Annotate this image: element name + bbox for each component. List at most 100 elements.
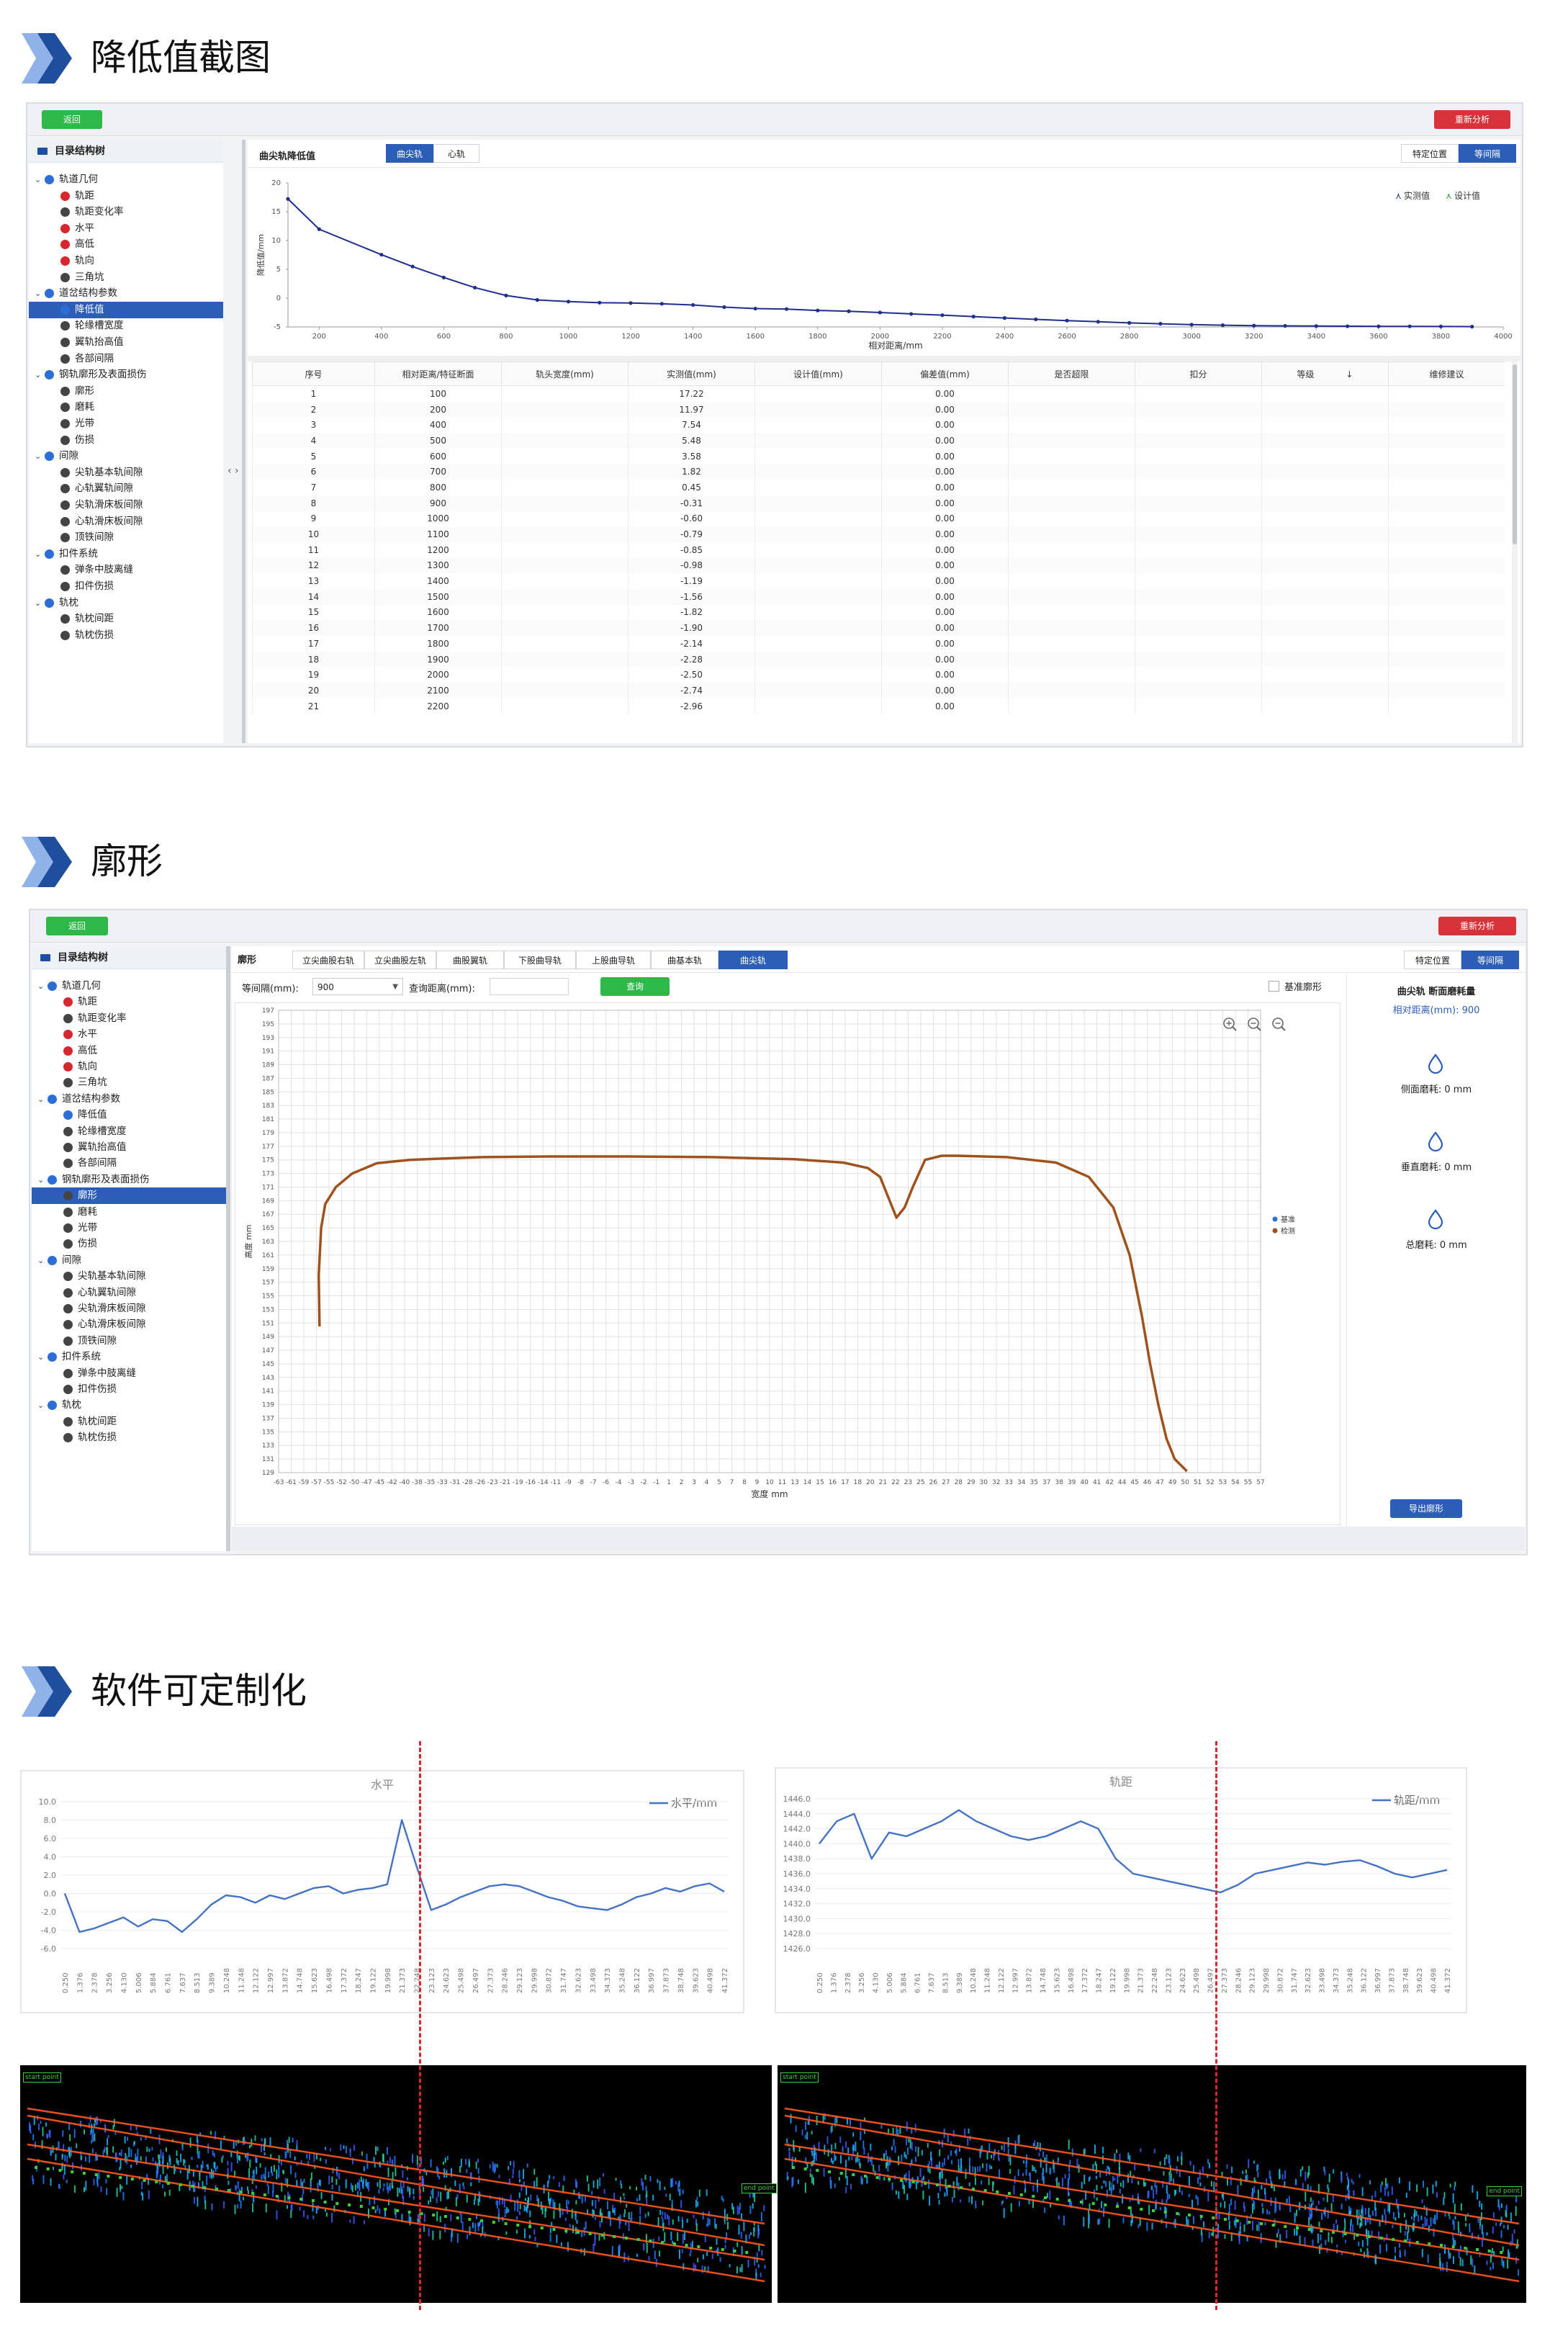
table-row[interactable]: 3 400 7.54 0.00 xyxy=(252,417,1505,433)
tree-item[interactable]: 尖轨基本轨间隙 xyxy=(29,464,223,481)
tree-item[interactable]: ⌄ 扣件系统 xyxy=(29,546,223,562)
column-header[interactable]: 是否超限 xyxy=(1008,361,1135,386)
table-row[interactable]: 4 500 5.48 0.00 xyxy=(252,433,1505,449)
tree-item[interactable]: ⌄ 扣件系统 xyxy=(32,1349,226,1365)
tree-item[interactable]: 尖轨基本轨间隙 xyxy=(32,1268,226,1285)
chevron-down-icon[interactable]: ⌄ xyxy=(37,978,44,994)
query-distance-input[interactable] xyxy=(490,978,569,995)
column-header[interactable]: 维修建议 xyxy=(1388,361,1505,386)
tree-item[interactable]: ⌄ 轨枕 xyxy=(32,1397,226,1414)
tree-item[interactable]: 轨枕伤损 xyxy=(29,627,223,644)
toggle-specific-position[interactable]: 特定位置 xyxy=(1404,951,1461,969)
tree-item[interactable]: ⌄ 道岔结构参数 xyxy=(29,285,223,302)
zoom-reset-icon[interactable] xyxy=(1272,1017,1286,1031)
tree-item[interactable]: 伤损 xyxy=(32,1236,226,1252)
table-row[interactable]: 2 200 11.97 0.00 xyxy=(252,401,1505,418)
table-row[interactable]: 20 2100 -2.74 0.00 xyxy=(252,683,1505,698)
column-header[interactable]: 扣分 xyxy=(1135,361,1262,386)
table-row[interactable]: 12 1300 -0.98 0.00 xyxy=(252,557,1505,574)
tree-item[interactable]: 降低值 xyxy=(32,1107,226,1123)
chevron-down-icon[interactable]: ⌄ xyxy=(35,367,41,383)
tab-frog-rail[interactable]: 心轨 xyxy=(433,144,479,163)
toggle-equal-interval[interactable]: 等间隔 xyxy=(1461,951,1519,969)
back-button[interactable]: 返回 xyxy=(46,917,108,935)
table-row[interactable]: 14 1500 -1.56 0.00 xyxy=(252,588,1505,605)
tree-item[interactable]: 廓形 xyxy=(29,383,223,400)
tree-item[interactable]: 弹条中肢离缝 xyxy=(32,1365,226,1382)
tree-item[interactable]: 磨耗 xyxy=(29,399,223,415)
tree-item[interactable]: ⌄ 轨枕 xyxy=(29,595,223,611)
table-row[interactable]: 1 100 17.22 0.00 xyxy=(252,385,1505,402)
collapse-left-icon[interactable]: ‹ › xyxy=(227,465,239,477)
tree-item[interactable]: 心轨滑床板间隙 xyxy=(32,1316,226,1333)
tab-curved-switch-rail[interactable]: 曲尖轨 xyxy=(386,144,433,163)
tree-item[interactable]: 轮缘槽宽度 xyxy=(29,318,223,334)
column-header[interactable]: 轨头宽度(mm) xyxy=(501,361,628,386)
tree-item[interactable]: 轮缘槽宽度 xyxy=(32,1123,226,1140)
chevron-down-icon[interactable]: ⌄ xyxy=(37,1397,44,1414)
table-row[interactable]: 6 700 1.82 0.00 xyxy=(252,464,1505,480)
tab-rail[interactable]: 立尖曲股左轨 xyxy=(364,951,436,969)
tab-rail[interactable]: 上股曲导轨 xyxy=(576,951,651,969)
table-row[interactable]: 16 1700 -1.90 0.00 xyxy=(252,620,1505,636)
export-profile-button[interactable]: 导出廓形 xyxy=(1390,1499,1462,1518)
tree-item[interactable]: 尖轨滑床板间隙 xyxy=(29,497,223,513)
tree-item[interactable]: ⌄ 钢轨廓形及表面损伤 xyxy=(29,367,223,383)
tree-item[interactable]: 心轨翼轨间隙 xyxy=(32,1285,226,1301)
reanalyze-button[interactable]: 重新分析 xyxy=(1438,917,1516,935)
tree-item[interactable]: 各部间隔 xyxy=(29,351,223,367)
tree-item[interactable]: 磨耗 xyxy=(32,1204,226,1221)
tree-item[interactable]: 轨枕间距 xyxy=(29,611,223,627)
tree-item[interactable]: 扣件伤损 xyxy=(29,578,223,595)
tree-item[interactable]: 水平 xyxy=(32,1026,226,1043)
chevron-down-icon[interactable]: ⌄ xyxy=(35,285,41,302)
table-scrollbar[interactable] xyxy=(1512,361,1518,743)
column-header[interactable]: 序号 xyxy=(252,361,375,386)
tree-item[interactable]: 高低 xyxy=(32,1043,226,1059)
table-row[interactable]: 21 2200 -2.96 0.00 xyxy=(252,698,1505,714)
tree-item[interactable]: ⌄ 间隙 xyxy=(29,448,223,464)
tree-item[interactable]: 轨距 xyxy=(32,994,226,1010)
tree-item[interactable]: 轨距变化率 xyxy=(32,1010,226,1027)
tree-item[interactable]: 三角坑 xyxy=(29,269,223,286)
tree-item[interactable]: 降低值 xyxy=(29,301,223,318)
tree-item[interactable]: 各部间隔 xyxy=(32,1155,226,1172)
tab-rail[interactable]: 下股曲导轨 xyxy=(504,951,576,969)
tree-item[interactable]: 光带 xyxy=(29,415,223,432)
scrollbar-horizontal[interactable] xyxy=(232,1527,1525,1551)
reanalyze-button[interactable]: 重新分析 xyxy=(1434,110,1510,129)
zoom-out-icon[interactable] xyxy=(1248,1017,1261,1031)
tree-item[interactable]: 顶铁间隙 xyxy=(29,529,223,546)
chevron-down-icon[interactable]: ⌄ xyxy=(35,595,41,611)
baseline-checkbox[interactable] xyxy=(1269,981,1279,992)
table-row[interactable]: 15 1600 -1.82 0.00 xyxy=(252,604,1505,621)
tree-item[interactable]: 心轨滑床板间隙 xyxy=(29,513,223,530)
tree-item[interactable]: 扣件伤损 xyxy=(32,1381,226,1398)
table-row[interactable]: 8 900 -0.31 0.00 xyxy=(252,495,1505,511)
tab-rail[interactable]: 曲尖轨 xyxy=(718,951,788,969)
tree-item[interactable]: 高低 xyxy=(29,236,223,253)
tree-item[interactable]: 弹条中肢离缝 xyxy=(29,562,223,578)
query-button[interactable]: 查询 xyxy=(600,977,670,996)
toggle-specific-position[interactable]: 特定位置 xyxy=(1401,144,1459,163)
table-row[interactable]: 19 2000 -2.50 0.00 xyxy=(252,667,1505,683)
column-header[interactable]: 偏差值(mm) xyxy=(881,361,1009,386)
tree-item[interactable]: 翼轨抬高值 xyxy=(29,334,223,351)
sort-arrow-icon[interactable]: ↓ xyxy=(1343,369,1353,379)
zoom-in-icon[interactable] xyxy=(1223,1017,1237,1031)
tree-item[interactable]: 轨枕伤损 xyxy=(32,1429,226,1446)
interval-select[interactable]: 900 ▼ xyxy=(312,978,403,995)
chevron-down-icon[interactable]: ⌄ xyxy=(35,546,41,562)
tree-item[interactable]: ⌄ 钢轨廓形及表面损伤 xyxy=(32,1172,226,1188)
chevron-down-icon[interactable]: ⌄ xyxy=(35,448,41,464)
tab-rail[interactable]: 立尖曲股右轨 xyxy=(292,951,364,969)
table-row[interactable]: 9 1000 -0.60 0.00 xyxy=(252,511,1505,527)
tree-item[interactable]: 顶铁间隙 xyxy=(32,1333,226,1349)
tab-rail[interactable]: 曲股翼轨 xyxy=(436,951,504,969)
tree-item[interactable]: 轨距变化率 xyxy=(29,204,223,220)
tree-item[interactable]: 轨向 xyxy=(29,253,223,269)
tree-item[interactable]: ⌄ 间隙 xyxy=(32,1252,226,1269)
chevron-down-icon[interactable]: ⌄ xyxy=(37,1172,44,1188)
table-row[interactable]: 13 1400 -1.19 0.00 xyxy=(252,573,1505,589)
column-header[interactable]: 设计值(mm) xyxy=(754,361,882,386)
